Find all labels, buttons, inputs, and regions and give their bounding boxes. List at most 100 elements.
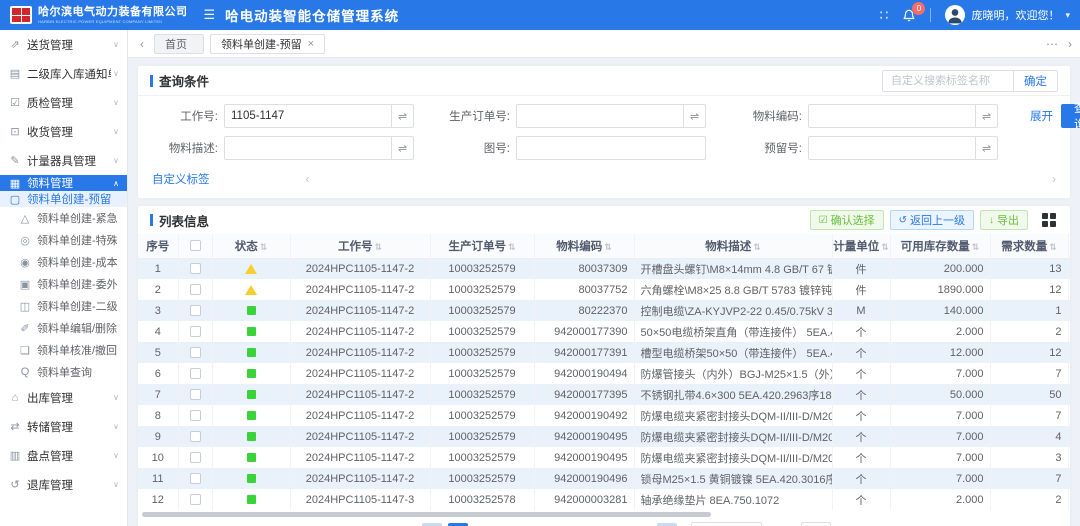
table-row[interactable]: 12 2024HPC1105-1147-3 10003252578 942000… <box>138 489 1070 510</box>
col-order-no[interactable]: 生产订单号⇅ <box>430 234 534 258</box>
row-checkbox[interactable] <box>190 368 201 379</box>
sort-icon[interactable]: ⇅ <box>753 242 761 252</box>
sidebar-item[interactable]: ⌂ 出库管理 ∨ <box>0 383 127 412</box>
sidebar-item[interactable]: ▤ 二级库入库通知单 ∨ <box>0 59 127 88</box>
row-checkbox[interactable] <box>190 305 201 316</box>
sidebar-item[interactable]: ◎ 领料单创建-特殊项目 <box>0 229 127 251</box>
row-checkbox[interactable] <box>190 452 201 463</box>
row-checkbox[interactable] <box>190 347 201 358</box>
fullscreen-icon[interactable]: ∷ <box>880 7 889 24</box>
close-icon[interactable]: × <box>308 38 314 50</box>
expand-link[interactable]: 展开 <box>1030 108 1053 124</box>
custom-tag-link[interactable]: 自定义标签 <box>152 171 210 187</box>
row-checkbox[interactable] <box>190 410 201 421</box>
sort-icon[interactable]: ⇅ <box>260 242 268 252</box>
sidebar-item[interactable]: ▣ 领料单创建-委外组件 <box>0 273 127 295</box>
table-row[interactable]: 4 2024HPC1105-1147-2 10003252579 9420001… <box>138 321 1070 342</box>
table-row[interactable]: 3 2024HPC1105-1147-2 10003252579 8022237… <box>138 300 1070 321</box>
sidebar-item[interactable]: ▥ 盘点管理 ∨ <box>0 441 127 470</box>
table-row[interactable]: 10 2024HPC1105-1147-2 10003252579 942000… <box>138 447 1070 468</box>
search-button[interactable]: 查询 <box>1061 104 1080 128</box>
sidebar-item[interactable]: ◉ 领料单创建-成本中心 <box>0 251 127 273</box>
sidebar-item[interactable]: ↺ 退库管理 ∨ <box>0 470 127 499</box>
notification-bell-icon[interactable]: 0 <box>902 8 916 22</box>
table-row[interactable]: 2 2024HPC1105-1147-2 10003252579 8003775… <box>138 279 1070 300</box>
col-desc[interactable]: 物料描述⇅ <box>634 234 832 258</box>
table-row[interactable]: 8 2024HPC1105-1147-2 10003252579 9420001… <box>138 405 1070 426</box>
table-row[interactable]: 5 2024HPC1105-1147-2 10003252579 9420001… <box>138 342 1070 363</box>
confirm-select-button[interactable]: ☑ 确认选择 <box>810 210 884 230</box>
column-settings-icon[interactable] <box>1040 211 1058 229</box>
table-row[interactable]: 1 2024HPC1105-1147-2 10003252579 8003730… <box>138 258 1070 279</box>
jump-page-input[interactable] <box>801 522 831 526</box>
sort-icon[interactable]: ⇅ <box>374 242 382 252</box>
sidebar-collapse-icon[interactable]: ☰ <box>204 7 216 23</box>
field-input[interactable] <box>808 104 976 128</box>
row-checkbox[interactable] <box>190 494 201 505</box>
sidebar-item[interactable]: ✎ 计量器具管理 ∨ <box>0 146 127 175</box>
sort-icon[interactable]: ⇅ <box>881 242 889 252</box>
col-unit[interactable]: 计量单位⇅ <box>832 234 890 258</box>
table-row[interactable]: 6 2024HPC1105-1147-2 10003252579 9420001… <box>138 363 1070 384</box>
filter-icon[interactable]: ⇌ <box>392 136 414 160</box>
user-menu[interactable]: 庞晓明，欢迎您！ ▾ <box>945 5 1070 25</box>
cell-unit: 个 <box>832 363 890 384</box>
confirm-button[interactable]: 确定 <box>1013 71 1057 91</box>
custom-tag-name-input[interactable] <box>883 71 1013 91</box>
field-input[interactable] <box>224 104 392 128</box>
chevron-icon: ∨ <box>113 156 119 165</box>
row-checkbox[interactable] <box>190 431 201 442</box>
sidebar-item[interactable]: ☑ 质检管理 ∨ <box>0 88 127 117</box>
col-code[interactable]: 物料编码⇅ <box>534 234 634 258</box>
sidebar-item[interactable]: ✐ 领料单编辑/删除 <box>0 317 127 339</box>
sidebar-item[interactable]: ◫ 领料单创建-二级库 <box>0 295 127 317</box>
col-stock[interactable]: 可用库存数量⇅ <box>890 234 990 258</box>
tag-scroll-right-icon[interactable]: › <box>1052 172 1056 186</box>
tab[interactable]: 领料单创建-预留 × <box>210 34 325 54</box>
row-checkbox[interactable] <box>190 284 201 295</box>
cell-order-no: 10003252578 <box>430 489 534 510</box>
sidebar-item[interactable]: ▢ 领料单创建-预留 <box>0 191 127 207</box>
field-input[interactable] <box>224 136 392 160</box>
select-all-checkbox[interactable] <box>190 240 201 251</box>
row-checkbox[interactable] <box>190 473 201 484</box>
back-upper-level-button[interactable]: ↺ 返回上一级 <box>890 210 974 230</box>
sort-icon[interactable]: ⇅ <box>508 242 516 252</box>
field-input[interactable] <box>516 136 706 160</box>
table-row[interactable]: 9 2024HPC1105-1147-2 10003252579 9420001… <box>138 426 1070 447</box>
row-checkbox[interactable] <box>190 263 201 274</box>
table-row[interactable]: 11 2024HPC1105-1147-2 10003252579 942000… <box>138 468 1070 489</box>
sort-icon[interactable]: ⇅ <box>1049 242 1057 252</box>
sidebar-item[interactable]: ⇗ 送货管理 ∨ <box>0 30 127 59</box>
sort-icon[interactable]: ⇅ <box>972 242 980 252</box>
col-demand[interactable]: 需求数量⇅ <box>990 234 1068 258</box>
sidebar-item[interactable]: ⇄ 转储管理 ∨ <box>0 412 127 441</box>
sort-icon[interactable]: ⇅ <box>604 242 612 252</box>
tag-scroll-left-icon[interactable]: ‹ <box>306 172 310 186</box>
tabs-scroll-right-icon[interactable]: › <box>1068 37 1072 51</box>
sidebar-item[interactable]: ▦ 领料管理 ∧ <box>0 175 127 191</box>
tabs-more-icon[interactable]: ⋯ <box>1046 37 1058 51</box>
page-size-select[interactable]: 200条/页 ▾ <box>691 522 762 526</box>
field-input[interactable] <box>516 104 684 128</box>
sidebar-item[interactable]: ⊡ 收货管理 ∨ <box>0 117 127 146</box>
cell-work-no: 2024HPC1105-1147-2 <box>290 279 430 300</box>
sidebar-item[interactable]: △ 领料单创建-紧急 <box>0 207 127 229</box>
col-work-no[interactable]: 工作号⇅ <box>290 234 430 258</box>
tab[interactable]: 首页 <box>154 34 204 54</box>
row-checkbox[interactable] <box>190 389 201 400</box>
sidebar-item[interactable]: Q 领料单查询 <box>0 361 127 383</box>
filter-icon[interactable]: ⇌ <box>976 136 998 160</box>
col-status[interactable]: 状态⇅ <box>212 234 290 258</box>
export-button[interactable]: ↓ 导出 <box>980 210 1028 230</box>
field-input[interactable] <box>808 136 976 160</box>
sidebar-item[interactable]: ❏ 领料单核准/撤回 <box>0 339 127 361</box>
filter-icon[interactable]: ⇌ <box>684 104 706 128</box>
filter-icon[interactable]: ⇌ <box>392 104 414 128</box>
filter-icon[interactable]: ⇌ <box>976 104 998 128</box>
table-row[interactable]: 7 2024HPC1105-1147-2 10003252579 9420001… <box>138 384 1070 405</box>
return-icon: ↺ <box>899 215 907 226</box>
scrollbar-thumb[interactable] <box>142 512 711 517</box>
tabs-scroll-left-icon[interactable]: ‹ <box>136 37 148 51</box>
row-checkbox[interactable] <box>190 326 201 337</box>
